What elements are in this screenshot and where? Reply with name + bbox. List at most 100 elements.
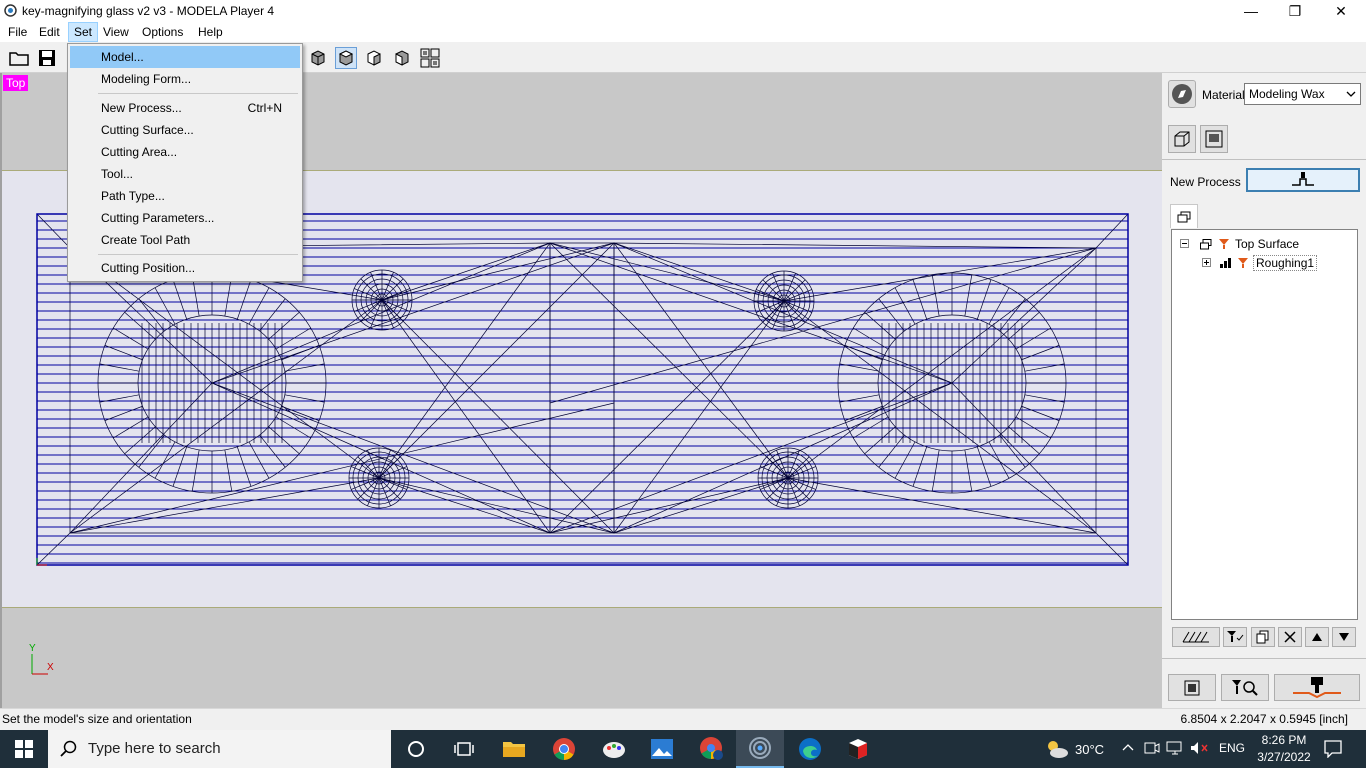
taskbar-paint[interactable] xyxy=(590,730,638,768)
menu-item-label: Create Tool Path xyxy=(101,233,191,247)
cube-side-icon xyxy=(395,50,409,66)
menu-separator xyxy=(98,93,298,94)
menu-view[interactable]: View xyxy=(98,22,134,42)
tool-path-icon xyxy=(1292,172,1314,186)
copy-button[interactable] xyxy=(1251,627,1275,647)
menu-set[interactable]: Set xyxy=(68,22,99,42)
network-icon[interactable] xyxy=(1166,741,1184,755)
material-value: Modeling Wax xyxy=(1249,87,1325,101)
folder-icon xyxy=(9,52,29,66)
surface-icon xyxy=(1200,238,1212,249)
status-bar xyxy=(0,708,1366,731)
cortana-button[interactable] xyxy=(392,730,440,768)
new-process-label: New Process xyxy=(1170,175,1241,189)
view-multi-button[interactable] xyxy=(419,47,441,69)
app-icon xyxy=(4,4,17,17)
material-button[interactable] xyxy=(1168,80,1196,108)
tray-chevron-up-icon[interactable] xyxy=(1122,742,1134,754)
compass-icon xyxy=(1172,84,1192,104)
taskbar-modela-player[interactable] xyxy=(736,730,784,768)
delete-button[interactable] xyxy=(1278,627,1302,647)
tree-node-roughing1[interactable]: Roughing1 xyxy=(1202,255,1318,271)
search-icon xyxy=(60,740,77,757)
edge-icon xyxy=(799,738,821,760)
windows-logo-icon xyxy=(15,740,33,758)
search-placeholder: Type here to search xyxy=(88,740,221,757)
input-language[interactable]: ENG xyxy=(1219,741,1245,755)
photos-icon xyxy=(651,739,673,759)
menu-item-model[interactable]: Model... xyxy=(70,46,300,68)
menu-item-tool[interactable]: Tool... xyxy=(70,163,300,185)
menu-file[interactable]: File xyxy=(3,22,32,42)
menu-item-path-type[interactable]: Path Type... xyxy=(70,185,300,207)
weather-icon[interactable] xyxy=(1044,738,1070,760)
tool-check-icon xyxy=(1227,631,1244,642)
delete-x-icon xyxy=(1284,631,1296,643)
stock-icon xyxy=(1205,130,1223,148)
view-right-button[interactable] xyxy=(391,47,413,69)
taskbar-photos[interactable] xyxy=(638,730,686,768)
move-down-button[interactable] xyxy=(1332,627,1356,647)
axis-x-label: X xyxy=(47,662,54,673)
menu-item-label: Model... xyxy=(101,50,144,64)
taskbar-app-cube[interactable] xyxy=(834,730,882,768)
view-iso-front-button[interactable] xyxy=(307,47,329,69)
menu-help[interactable]: Help xyxy=(193,22,228,42)
folder-icon xyxy=(503,742,525,757)
close-button[interactable]: ✕ xyxy=(1318,0,1364,22)
path-preview-button[interactable] xyxy=(1172,627,1220,647)
tool-check-button[interactable] xyxy=(1223,627,1247,647)
minimize-button[interactable]: — xyxy=(1228,0,1274,22)
menu-item-cutting-parameters[interactable]: Cutting Parameters... xyxy=(70,207,300,229)
tree-node-top-surface[interactable]: Top Surface xyxy=(1180,237,1299,251)
cube-top-icon xyxy=(338,50,354,66)
menu-item-new-process[interactable]: New Process... Ctrl+N xyxy=(70,97,300,119)
menu-item-create-tool-path[interactable]: Create Tool Path xyxy=(70,229,300,251)
menu-item-modeling-form[interactable]: Modeling Form... xyxy=(70,68,300,90)
move-up-button[interactable] xyxy=(1305,627,1329,647)
view-top-button[interactable] xyxy=(335,47,357,69)
restore-button[interactable]: ❐ xyxy=(1272,0,1318,22)
material-select[interactable]: Modeling Wax xyxy=(1244,83,1361,105)
menu-item-label: Modeling Form... xyxy=(101,72,192,86)
tab-process-tree[interactable] xyxy=(1170,204,1198,228)
menu-item-cutting-area[interactable]: Cutting Area... xyxy=(70,141,300,163)
cutting-tool-icon xyxy=(1293,676,1341,698)
chrome-icon xyxy=(553,738,575,760)
menu-item-label: Path Type... xyxy=(101,189,165,203)
volume-muted-icon[interactable] xyxy=(1190,741,1210,755)
taskbar-edge[interactable] xyxy=(786,730,834,768)
menu-options[interactable]: Options xyxy=(137,22,188,42)
menu-item-label: Cutting Surface... xyxy=(101,123,194,137)
notification-icon[interactable] xyxy=(1324,740,1342,758)
open-button[interactable] xyxy=(8,47,30,69)
menu-item-label: Tool... xyxy=(101,167,134,181)
task-view-icon xyxy=(454,742,474,756)
task-view-button[interactable] xyxy=(440,730,488,768)
start-button[interactable] xyxy=(0,730,48,768)
material-label: Material xyxy=(1202,88,1245,102)
chevron-down-icon xyxy=(1346,91,1356,97)
clock-date[interactable]: 3/27/2022 xyxy=(1252,750,1316,764)
new-process-button[interactable] xyxy=(1246,168,1360,192)
collapse-icon xyxy=(1180,239,1189,248)
save-button[interactable] xyxy=(36,47,58,69)
cut-button[interactable] xyxy=(1274,674,1360,701)
workpiece-button[interactable] xyxy=(1168,125,1196,153)
menu-item-label: Cutting Area... xyxy=(101,145,178,159)
clock-time[interactable]: 8:26 PM xyxy=(1258,733,1310,747)
box-outline-icon xyxy=(1174,131,1190,147)
stock-button[interactable] xyxy=(1200,125,1228,153)
menu-item-cutting-surface[interactable]: Cutting Surface... xyxy=(70,119,300,141)
preview-button[interactable] xyxy=(1168,674,1216,701)
menu-item-cutting-position[interactable]: Cutting Position... xyxy=(70,257,300,279)
path-lines-icon xyxy=(1182,631,1209,643)
taskbar-file-explorer[interactable] xyxy=(490,730,538,768)
menu-edit[interactable]: Edit xyxy=(34,22,65,42)
tool-path-preview-button[interactable] xyxy=(1221,674,1269,701)
taskbar-chrome-profile[interactable] xyxy=(688,730,736,768)
meet-now-icon[interactable] xyxy=(1144,741,1160,755)
taskbar-chrome[interactable] xyxy=(540,730,588,768)
view-front-button[interactable] xyxy=(363,47,385,69)
set-menu-dropdown: Model... Modeling Form... New Process...… xyxy=(67,43,303,282)
